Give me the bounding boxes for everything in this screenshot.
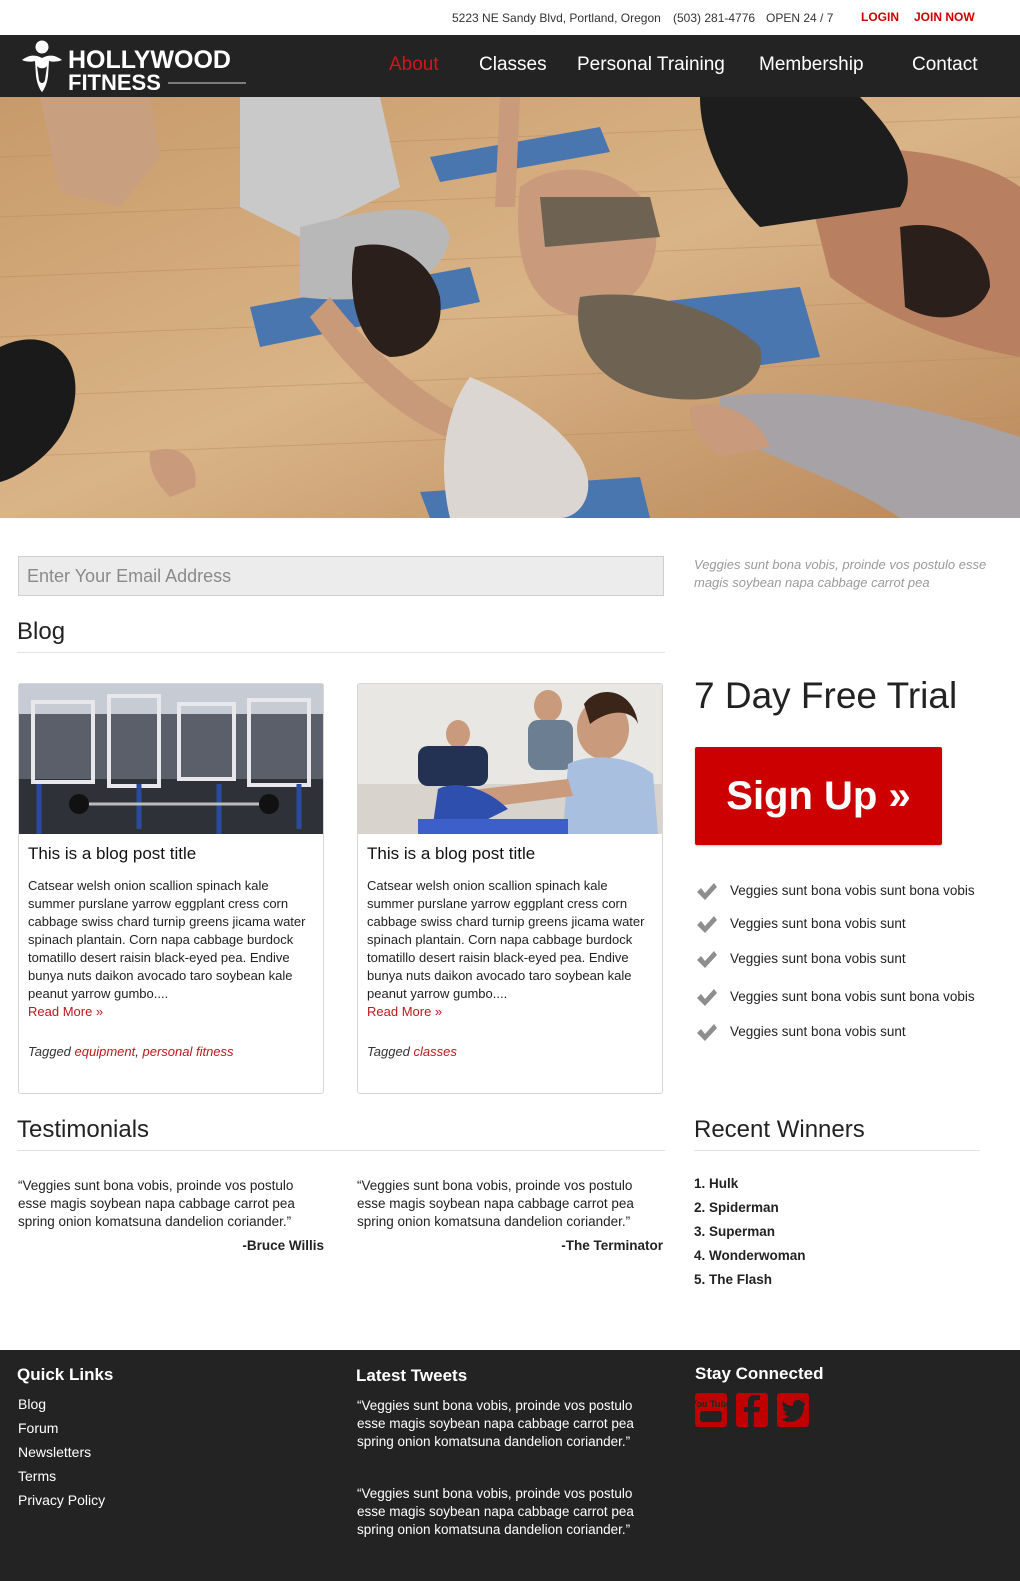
testimonial: “Veggies sunt bona vobis, proinde vos po… [357,1177,663,1255]
testimonial-author: -The Terminator [561,1238,663,1253]
check-icon [697,951,717,968]
footer-link-forum[interactable]: Forum [18,1420,58,1436]
tag-equipment[interactable]: equipment [75,1044,136,1059]
twitter-icon[interactable] [777,1393,809,1427]
list-item: 2. Spiderman [694,1200,779,1215]
winners-list: 1. Hulk 2. Spiderman 3. Superman 4. Wond… [694,1176,806,1296]
testimonial: “Veggies sunt bona vobis, proinde vos po… [18,1177,324,1255]
list-item: 3. Superman [694,1224,776,1239]
latest-tweets-heading: Latest Tweets [356,1366,468,1385]
testimonial-quote: “Veggies sunt bona vobis, proinde vos po… [18,1178,295,1229]
login-link[interactable]: LOGIN [861,10,899,24]
join-now-link[interactable]: JOIN NOW [914,10,975,24]
testimonials-heading: Testimonials [17,1116,665,1151]
quick-links-heading: Quick Links [17,1365,114,1384]
address: 5223 NE Sandy Blvd, Portland, Oregon [452,11,661,25]
list-item: Veggies sunt bona vobis sunt [696,1021,975,1056]
nav-contact[interactable]: Contact [912,54,977,76]
trial-benefits-list: Veggies sunt bona vobis sunt bona vobis … [696,880,975,1056]
footer-link-blog[interactable]: Blog [18,1396,46,1412]
free-trial-heading: 7 Day Free Trial [694,675,958,716]
read-more-link[interactable]: Read More » [28,1004,103,1019]
blog-card: This is a blog post title Catsear welsh … [357,683,663,1094]
footer-link-terms[interactable]: Terms [18,1468,56,1484]
blog-post-text: Catsear welsh onion scallion spinach kal… [367,878,645,1001]
list-item: Newsletters [18,1444,105,1468]
tagged-label: Tagged [367,1044,410,1059]
youtube-icon[interactable]: You Tube [695,1393,727,1427]
tag-classes[interactable]: classes [414,1044,457,1059]
footer-link-newsletters[interactable]: Newsletters [18,1444,91,1460]
tweet: “Veggies sunt bona vobis, proinde vos po… [357,1486,634,1537]
sign-up-button[interactable]: Sign Up » [695,747,942,845]
recent-winners-heading: Recent Winners [694,1116,980,1151]
list-item: Blog [18,1396,105,1420]
tag-personal-fitness[interactable]: personal fitness [142,1044,233,1059]
list-item: Veggies sunt bona vobis sunt bona vobis [696,986,975,1021]
blog-post-text: Catsear welsh onion scallion spinach kal… [28,878,306,1001]
testimonial-author: -Bruce Willis [242,1238,324,1253]
footer: Quick Links Blog Forum Newsletters Terms… [0,1350,1020,1581]
top-bar: 5223 NE Sandy Blvd, Portland, Oregon (50… [0,0,1020,35]
nav-about[interactable]: About [389,54,439,76]
facebook-icon[interactable] [736,1393,768,1427]
blog-card: This is a blog post title Catsear welsh … [18,683,324,1094]
check-icon [697,1024,717,1041]
list-item: 4. Wonderwoman [694,1248,806,1263]
tweet: “Veggies sunt bona vobis, proinde vos po… [357,1398,634,1449]
quick-links-list: Blog Forum Newsletters Terms Privacy Pol… [18,1396,105,1516]
benefit-text: Veggies sunt bona vobis sunt bona vobis [730,883,975,898]
check-icon [697,883,717,900]
blog-post-tags: Tagged classes [367,1044,457,1059]
blog-post-body: Catsear welsh onion scallion spinach kal… [367,877,657,1021]
phone-number[interactable]: (503) 281-4776 [673,11,755,25]
side-quote: Veggies sunt bona vobis, proinde vos pos… [694,557,987,590]
logo-line2: FITNESS [68,70,161,94]
list-item: Veggies sunt bona vobis sunt [696,948,975,986]
check-icon [697,989,717,1006]
testimonial-quote: “Veggies sunt bona vobis, proinde vos po… [357,1178,634,1229]
check-icon [697,916,717,933]
list-item: Terms [18,1468,105,1492]
blog-post-title[interactable]: This is a blog post title [28,844,196,864]
nav-membership[interactable]: Membership [759,54,864,76]
yoga-class-photo [0,97,1020,518]
footer-link-privacy-policy[interactable]: Privacy Policy [18,1492,105,1508]
tagged-label: Tagged [28,1044,71,1059]
blog-heading: Blog [17,618,665,653]
benefit-text: Veggies sunt bona vobis sunt [730,951,906,966]
benefit-text: Veggies sunt bona vobis sunt [730,916,906,931]
email-input[interactable] [18,556,664,596]
list-item: Forum [18,1420,105,1444]
gym-equipment-image[interactable] [19,684,323,834]
read-more-link[interactable]: Read More » [367,1004,442,1019]
nav-personal-training[interactable]: Personal Training [577,54,725,76]
list-item: Privacy Policy [18,1492,105,1516]
blog-post-tags: Tagged equipment, personal fitness [28,1044,234,1059]
list-item: Veggies sunt bona vobis sunt bona vobis [696,880,975,913]
benefit-text: Veggies sunt bona vobis sunt bona vobis [730,989,975,1004]
blog-post-title[interactable]: This is a blog post title [367,844,535,864]
youtube-label: You Tube [695,1399,727,1409]
hero-image [0,97,1020,518]
blog-post-body: Catsear welsh onion scallion spinach kal… [28,877,318,1021]
benefit-text: Veggies sunt bona vobis sunt [730,1024,906,1039]
hours: OPEN 24 / 7 [766,11,834,25]
list-item: Veggies sunt bona vobis sunt [696,913,975,948]
main-nav: HOLLYWOOD FITNESS About Classes Personal… [0,35,1020,97]
hollywood-fitness-logo[interactable]: HOLLYWOOD FITNESS [20,38,250,94]
stay-connected-heading: Stay Connected [695,1364,824,1383]
list-item: 5. The Flash [694,1272,773,1287]
list-item: 1. Hulk [694,1176,739,1191]
nav-classes[interactable]: Classes [479,54,547,76]
stretching-class-image[interactable] [358,684,662,834]
